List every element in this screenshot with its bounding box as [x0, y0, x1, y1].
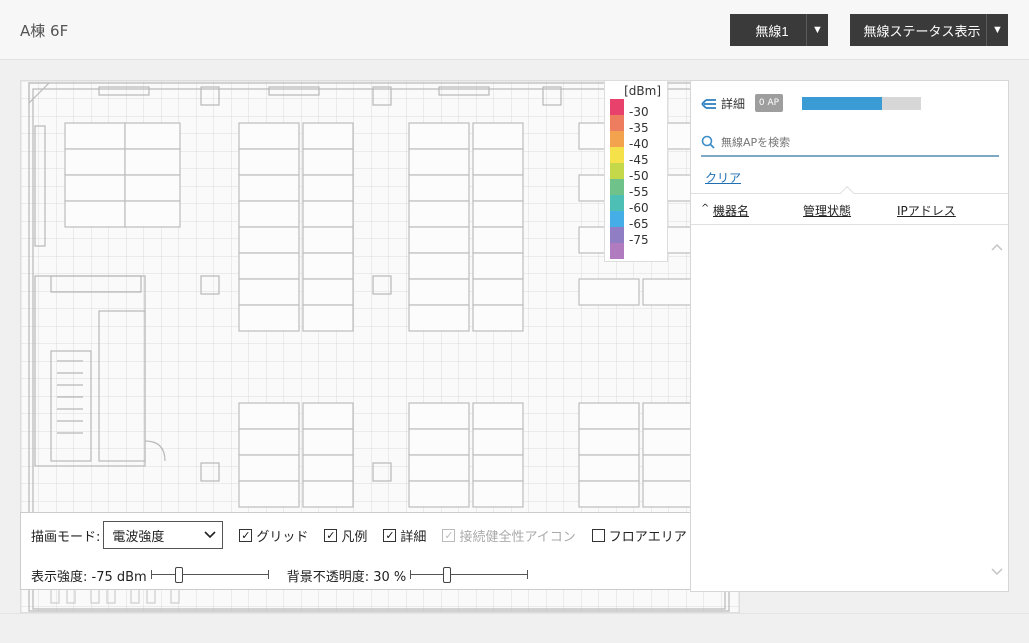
legend-swatch: [610, 227, 624, 243]
ap-search-box[interactable]: [701, 129, 999, 157]
legend-level-label: -75: [629, 233, 649, 247]
chevron-down-icon: [204, 531, 216, 539]
column-admin-status[interactable]: 管理状態: [803, 202, 851, 219]
detail-label: 詳細: [721, 97, 746, 111]
detail-side-panel: 詳細 0 AP クリア ^ 機器名 管理状態 IPアドレス: [690, 80, 1009, 592]
signal-strength-legend: [dBm] -30 -35 -40 -45 -50 -55 -60 -65 -75: [604, 80, 668, 262]
caret-down-icon: ▼: [806, 14, 828, 46]
collapse-list-icon: [701, 98, 716, 109]
slider-thumb[interactable]: [174, 567, 183, 583]
caret-down-icon: ▼: [986, 14, 1008, 46]
sort-ascending-icon: ^: [701, 203, 710, 214]
legend-unit: [dBm]: [624, 84, 661, 98]
table-header-row: ^ 機器名 管理状態 IPアドレス: [691, 185, 1008, 225]
search-icon: [701, 135, 715, 149]
legend-swatch: [610, 115, 624, 131]
legend-swatch: [610, 131, 624, 147]
legend-level-label: -60: [629, 201, 649, 215]
legend-level-label: -55: [629, 185, 649, 199]
checkbox-unchecked-icon[interactable]: [591, 528, 605, 542]
ap-count-badge: 0 AP: [755, 94, 783, 112]
background-opacity-label: 背景不透明度: 30 %: [286, 569, 407, 585]
legend-swatch: [610, 147, 624, 163]
legend-level-label: -65: [629, 217, 649, 231]
page-title: A棟 6F: [20, 22, 69, 40]
checkbox-checked-icon[interactable]: ✓: [383, 528, 397, 542]
legend-level-label: -45: [629, 153, 649, 167]
checkbox-label: 凡例: [341, 529, 368, 545]
checkbox-option[interactable]: ✓ グリッド: [239, 526, 308, 545]
checkbox-label: 接続健全性アイコン: [459, 529, 576, 545]
checkbox-label: 詳細: [400, 529, 427, 545]
slider-thumb[interactable]: [443, 567, 452, 583]
status-display-dropdown-button[interactable]: 無線ステータス表示 ▼: [850, 14, 1008, 46]
ap-search-input[interactable]: [721, 135, 981, 149]
legend-swatch: [610, 179, 624, 195]
background-opacity-slider[interactable]: [410, 567, 529, 583]
legend-swatch: [610, 243, 624, 259]
clear-link[interactable]: クリア: [705, 169, 741, 186]
wireless-dropdown-label: 無線1: [755, 23, 789, 39]
legend-swatch: [610, 195, 624, 211]
checkbox-option: ✓ 接続健全性アイコン: [442, 526, 576, 545]
draw-mode-select[interactable]: 電波強度: [103, 521, 224, 549]
top-bar: A棟 6F 無線1 ▼ 無線ステータス表示 ▼: [0, 0, 1029, 60]
checkbox-label: フロアエリア: [608, 529, 687, 545]
checkbox-option[interactable]: フロアエリア: [591, 526, 687, 545]
footer-bar: [0, 613, 1029, 643]
legend-level-label: -35: [629, 121, 649, 135]
scroll-down-icon[interactable]: [991, 568, 1003, 576]
legend-swatch: [610, 99, 624, 115]
map-control-panel: 描画モード: 電波強度 ✓ グリッド ✓ 凡例 ✓ 詳細 ✓ 接続健全性アイコン フロアエリア …: [20, 512, 691, 590]
checkbox-checked-icon[interactable]: ✓: [324, 528, 338, 542]
checkbox-checked-icon: ✓: [442, 528, 456, 542]
checkbox-option[interactable]: ✓ 詳細: [383, 526, 426, 545]
display-strength-label: 表示強度: -75 dBm: [31, 569, 147, 585]
column-ip-address[interactable]: IPアドレス: [897, 202, 956, 219]
status-dropdown-label: 無線ステータス表示: [863, 23, 981, 39]
scroll-up-icon[interactable]: [991, 243, 1003, 251]
ap-progress-bar: [802, 97, 921, 110]
legend-level-label: -30: [629, 105, 649, 119]
wireless-dropdown-button[interactable]: 無線1 ▼: [730, 14, 828, 46]
ap-progress-fill: [802, 97, 882, 110]
draw-mode-label: 描画モード:: [31, 529, 101, 545]
checkbox-label: グリッド: [256, 529, 309, 545]
legend-level-label: -40: [629, 137, 649, 151]
display-strength-slider[interactable]: [150, 567, 269, 583]
header-notch: [839, 185, 855, 201]
checkbox-checked-icon[interactable]: ✓: [239, 528, 253, 542]
column-device-name[interactable]: 機器名: [713, 202, 749, 219]
draw-mode-value: 電波強度: [112, 529, 165, 545]
legend-level-label: -50: [629, 169, 649, 183]
legend-swatch: [610, 211, 624, 227]
legend-swatch: [610, 163, 624, 179]
checkbox-option[interactable]: ✓ 凡例: [324, 526, 367, 545]
detail-toggle[interactable]: 詳細: [701, 95, 745, 112]
